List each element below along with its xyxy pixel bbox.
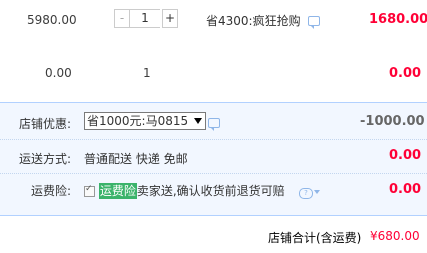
increase-quantity-button[interactable]: +	[162, 9, 178, 28]
message-icon[interactable]	[308, 16, 321, 29]
shop-total-label: 店铺合计(含运费)	[268, 231, 362, 245]
divider	[0, 139, 427, 140]
insurance-label: 运费险:	[31, 184, 72, 198]
coupon-amount: -1000.00	[360, 114, 425, 129]
shop-summary-panel: 店铺优惠: 省1000元:马0815 -1000.00 运送方式: 普通配送 快…	[0, 102, 427, 216]
shop-total-value: ¥680.00	[370, 229, 420, 243]
quantity-input[interactable]	[130, 9, 160, 28]
dropdown-arrow-icon	[194, 118, 202, 124]
item-subtotal: 0.00	[389, 66, 422, 81]
insurance-amount: 0.00	[389, 182, 422, 197]
help-icon[interactable]: ?	[299, 188, 313, 199]
shop-total-bar: 店铺合计(含运费) ¥680.00	[0, 216, 427, 253]
quantity-value: 1	[143, 66, 151, 80]
order-item-row: 5980.00 - + 省4300:疯狂抢购 1680.00	[0, 0, 427, 42]
shipping-amount: 0.00	[389, 148, 422, 163]
coupon-selected-value: 省1000元:马0815	[87, 114, 189, 128]
insurance-badge: 运费险	[98, 183, 137, 199]
coupon-label: 店铺优惠:	[19, 117, 72, 131]
quantity-stepper[interactable]: - +	[114, 9, 178, 28]
insurance-checkbox[interactable]	[84, 184, 95, 197]
discount-label: 省4300:疯狂抢购	[206, 14, 301, 28]
shipping-label: 运送方式:	[19, 152, 72, 166]
unit-price: 5980.00	[27, 13, 77, 27]
insurance-help[interactable]: ?	[299, 184, 320, 199]
coupon-select[interactable]: 省1000元:马0815	[84, 112, 206, 130]
insurance-description: 卖家送,确认收货前退货可赔	[136, 184, 285, 198]
chevron-down-icon	[314, 189, 320, 194]
item-subtotal: 1680.00	[369, 12, 427, 27]
unit-price: 0.00	[45, 66, 72, 80]
insurance-option: 运费险卖家送,确认收货前退货可赔	[84, 182, 285, 199]
shipping-method: 普通配送 快递 免邮	[84, 152, 188, 166]
decrease-quantity-button[interactable]: -	[114, 9, 130, 28]
order-item-row: 0.00 1 0.00	[0, 42, 427, 102]
message-icon[interactable]	[208, 118, 220, 131]
discount-text: 省4300:疯狂抢购	[206, 12, 321, 29]
divider	[0, 173, 427, 174]
